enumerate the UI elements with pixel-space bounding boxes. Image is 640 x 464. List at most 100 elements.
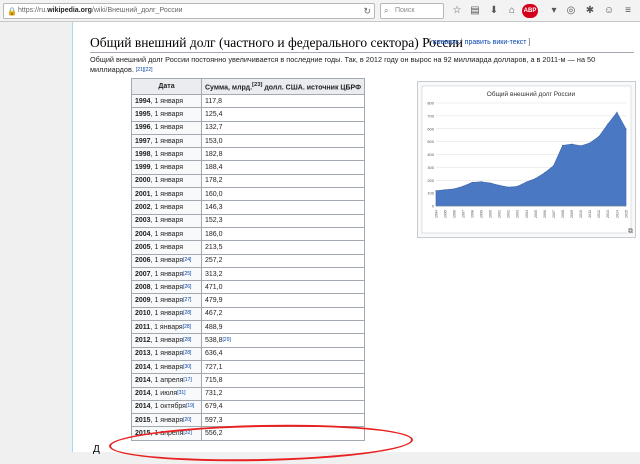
debt-chart-thumbnail[interactable]: Общий внешний долг России 0 100 200 300 400 50… [417,81,636,238]
column-header-amount[interactable]: Сумма, млрд.[23] долл. США. источник ЦБР… [200,78,366,95]
year-link[interactable]: 2013 [135,350,151,357]
year-link[interactable]: 2008 [135,284,151,291]
x-tick-label: 1997 [461,210,465,218]
section-heading: Общий внешний долг (частного и федеральн… [90,35,463,50]
year-link[interactable]: 2014 [135,390,151,397]
data-point [607,123,609,125]
year-link[interactable]: 1999 [135,164,151,171]
amount-cell: 160,0 [200,187,366,202]
home-icon[interactable]: ⌂ [505,4,519,18]
year-link[interactable]: 2000 [135,177,151,184]
reading-list-icon[interactable]: ▤ [468,4,482,18]
amount-cell: 188,4 [200,160,366,175]
date-cell: 2000, 1 января [131,173,202,189]
date-cell: 2014, 1 апреля[17] [131,373,202,388]
y-tick-label: 600 [427,126,434,131]
url-host: https://ru. [18,7,48,14]
browser-toolbar: 🔒 https://ru.wikipedia.org/wiki/Внешний_д… [0,0,640,22]
table-row: 2000, 1 января 178,2 [131,173,366,189]
reference-link[interactable]: [24] [183,257,191,263]
data-point [553,165,555,167]
reference-link[interactable]: [26] [183,284,191,290]
table-row: 1996, 1 января 132,7 [131,120,366,135]
year-link[interactable]: 2002 [135,204,151,211]
date-text: , 1 января [150,97,184,105]
reference-link[interactable]: [20] [183,417,191,423]
data-point [444,189,446,191]
year-link[interactable]: 2015 [135,417,151,424]
year-link[interactable]: 1994 [135,98,151,105]
edit-wikitext-link[interactable]: править вики-текст [465,39,527,46]
globe-icon[interactable]: ◎ [564,4,578,18]
date-cell: 2003, 1 января [131,213,202,228]
reference-link[interactable]: [31] [177,390,185,396]
year-link[interactable]: 2007 [135,271,151,278]
adblock-icon[interactable]: ABP [522,4,538,18]
reference-link[interactable]: [23] [252,82,262,88]
reference-link[interactable]: [28] [183,337,191,343]
chart-title: Общий внешний долг России [487,90,576,98]
data-point [480,181,482,183]
year-link[interactable]: 2014 [135,403,151,410]
reference-link[interactable]: [21][22] [136,67,153,73]
x-tick-label: 1994 [434,210,438,218]
year-link[interactable]: 2014 [135,377,151,384]
year-link[interactable]: 2005 [135,244,151,251]
puzzle-icon[interactable]: ✱ [583,4,597,18]
data-point [543,172,546,174]
amount-value: 313,2 [205,270,223,278]
reference-link[interactable]: [27] [183,297,191,303]
table-row: 2009, 1 января[27] 479,9 [131,293,366,308]
reload-icon[interactable]: ↻ [363,4,371,18]
menu-icon[interactable]: ≡ [621,4,635,18]
year-link[interactable]: 1997 [135,138,151,145]
reference-link[interactable]: [25] [183,271,191,277]
downloads-icon[interactable]: ⬇ [487,4,501,18]
year-link[interactable]: 2014 [135,364,151,371]
data-point [580,145,582,147]
table-row: 2005, 1 января 213,5 [131,240,366,255]
date-text: , 1 января [150,230,184,238]
year-link[interactable]: 2011 [135,324,150,331]
x-tick-label: 2001 [498,210,502,218]
edit-link[interactable]: править [433,39,459,46]
year-link[interactable]: 2001 [135,191,151,198]
search-input[interactable]: ⌕ Поиск [380,3,444,19]
reference-link[interactable]: [28] [183,350,191,356]
date-cell: 2012, 1 января[28] [131,333,202,348]
year-link[interactable]: 2010 [135,310,151,317]
table-row: 2003, 1 января 152,3 [131,213,366,228]
extension-icon[interactable]: ▾ [547,4,561,18]
year-link[interactable]: 2009 [135,297,151,304]
x-tick-label: 2005 [534,210,538,218]
debt-table: Дата Сумма, млрд.[23] долл. США. источни… [131,78,366,441]
amount-cell: 488,9 [200,320,366,335]
table-row: 1999, 1 января 188,4 [131,160,366,175]
amount-value: 679,4 [205,403,223,411]
year-link[interactable]: 1996 [135,124,151,131]
reference-link[interactable]: [17] [183,377,191,383]
amount-value: 132,7 [205,124,223,132]
column-header-date[interactable]: Дата [131,78,202,95]
year-link[interactable]: 2003 [135,217,151,224]
reference-link[interactable]: [19] [186,403,194,409]
year-link[interactable]: 1995 [135,111,151,118]
reference-link[interactable]: [28] [183,310,191,316]
year-link[interactable]: 2006 [135,257,151,264]
url-bar[interactable]: 🔒 https://ru.wikipedia.org/wiki/Внешний_д… [3,3,375,19]
smiley-icon[interactable]: ☺ [602,4,616,18]
date-text: , 1 января [150,310,184,318]
date-text: , 1 января [150,283,184,291]
y-tick-label: 100 [427,191,434,196]
year-link[interactable]: 2012 [135,337,151,344]
y-tick-label: 300 [427,165,434,170]
table-row: 1997, 1 января 153,0 [131,133,366,149]
enlarge-icon[interactable]: ⧉ [628,228,633,236]
year-link[interactable]: 1998 [135,151,151,158]
reference-link[interactable]: [29] [223,337,231,343]
bookmark-star-icon[interactable]: ☆ [450,4,464,18]
heading-divider [90,52,634,53]
reference-link[interactable]: [28] [183,324,191,330]
reference-link[interactable]: [30] [183,364,191,370]
year-link[interactable]: 2004 [135,231,151,238]
